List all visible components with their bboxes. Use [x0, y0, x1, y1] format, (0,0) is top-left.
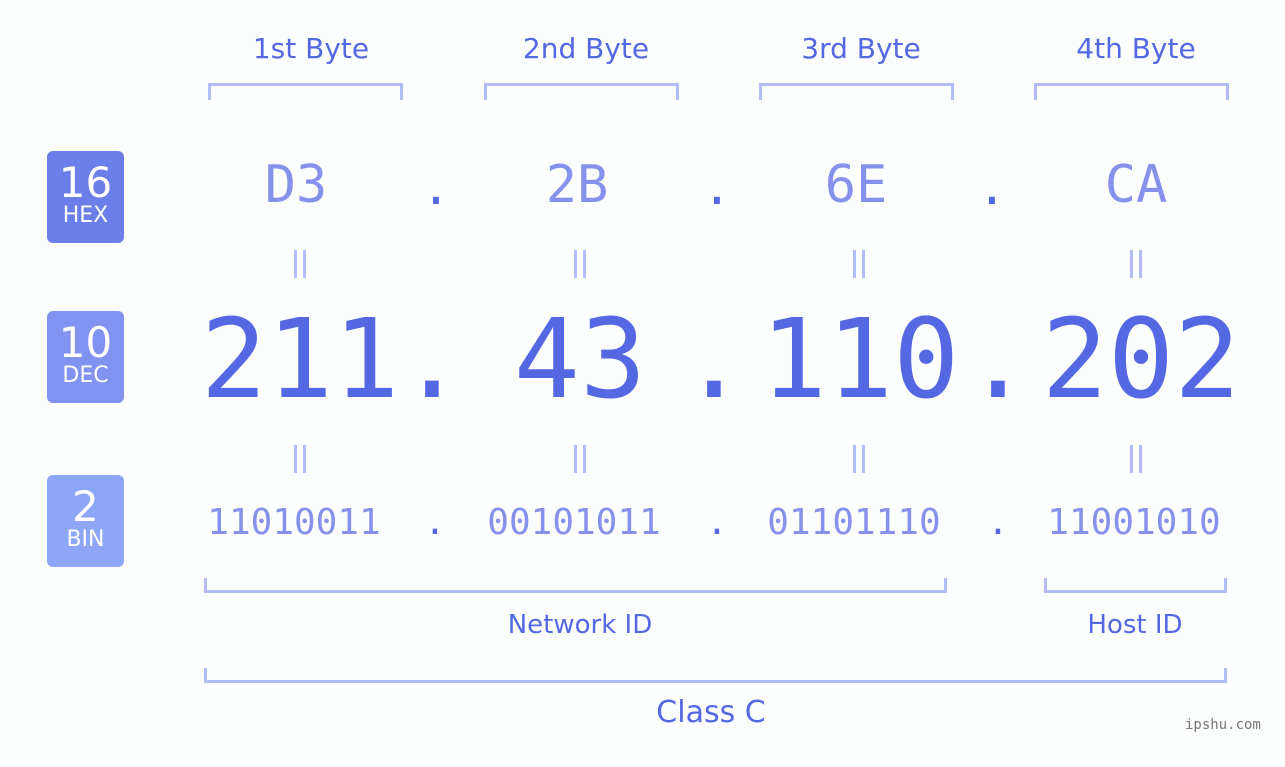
dec-value-2: 43	[513, 295, 647, 423]
equals-icon	[839, 247, 879, 287]
dec-name: DEC	[62, 363, 109, 388]
hex-separator-1: .	[421, 160, 451, 216]
dec-value-4: 202	[1041, 295, 1241, 423]
class-label: Class C	[656, 695, 766, 730]
bin-value-2: 00101011	[487, 502, 661, 543]
watermark: ipshu.com	[1185, 717, 1261, 733]
equals-icon	[839, 442, 879, 482]
hex-name: HEX	[62, 203, 109, 228]
hex-base: 16	[58, 158, 113, 207]
hex-separator-2: .	[702, 160, 732, 216]
bin-separator-2: .	[706, 502, 728, 543]
network-id-bracket	[204, 578, 947, 593]
hex-value-4: CA	[1104, 155, 1168, 215]
dec-base: 10	[58, 318, 113, 367]
bin-value-1: 11010011	[207, 502, 381, 543]
bin-separator-1: .	[424, 502, 446, 543]
bin-value-4: 11001010	[1047, 502, 1221, 543]
hex-badge: 16 HEX	[47, 151, 124, 243]
byte-label-4: 4th Byte	[1076, 32, 1196, 65]
network-id-label: Network ID	[507, 610, 653, 640]
class-bracket	[204, 668, 1227, 683]
byte-label-1: 1st Byte	[252, 32, 370, 65]
equals-icon	[280, 442, 320, 482]
byte-bracket-2	[484, 83, 679, 100]
equals-icon	[1116, 442, 1156, 482]
bin-base: 2	[72, 482, 99, 531]
bin-badge: 2 BIN	[47, 475, 124, 567]
equals-icon	[560, 442, 600, 482]
equals-icon	[560, 247, 600, 287]
bin-name: BIN	[66, 527, 105, 552]
hex-separator-3: .	[977, 160, 1007, 216]
hex-value-1: D3	[264, 155, 328, 215]
bin-value-3: 01101110	[767, 502, 941, 543]
byte-label-3: 3rd Byte	[801, 32, 921, 65]
byte-bracket-4	[1034, 83, 1229, 100]
dec-value-3: 110	[760, 295, 960, 423]
byte-bracket-1	[208, 83, 403, 100]
hex-value-3: 6E	[824, 155, 888, 215]
hex-value-2: 2B	[545, 155, 609, 215]
host-id-label: Host ID	[1087, 610, 1183, 640]
bin-separator-3: .	[987, 502, 1009, 543]
host-id-bracket	[1044, 578, 1227, 593]
dec-badge: 10 DEC	[47, 311, 124, 403]
byte-bracket-3	[759, 83, 954, 100]
equals-icon	[280, 247, 320, 287]
dec-value-1: 211	[200, 295, 400, 423]
byte-label-2: 2nd Byte	[522, 32, 650, 65]
equals-icon	[1116, 247, 1156, 287]
